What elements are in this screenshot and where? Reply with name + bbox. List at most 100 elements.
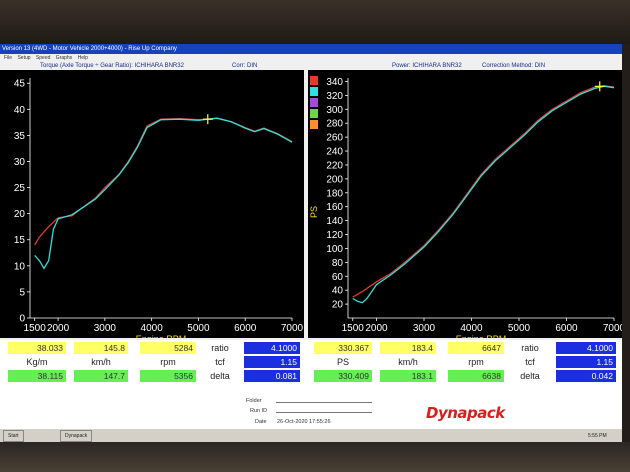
- torque-y-tick-label-4: 20: [14, 209, 26, 220]
- power-legend-swatch-1: [310, 87, 318, 96]
- power-y-tick-label-15: 320: [326, 91, 343, 102]
- right-power-title: Power: ICHIHARA BNR32: [392, 63, 462, 69]
- menu-speed[interactable]: Speed: [36, 55, 50, 61]
- dynapack-logo: Dynapack: [426, 404, 505, 422]
- right-power-value-run2: 330.409: [314, 370, 372, 382]
- power-chart: 20 40 60 80 100 120 140 160 180 200 220 240 260 280 30…: [309, 76, 622, 338]
- left-ratio-label: ratio: [211, 343, 229, 353]
- left-graph-title: Torque (Axle Torque ÷ Gear Ratio): ICHIH…: [40, 63, 184, 69]
- left-unit-kgm: Kg/m: [26, 357, 48, 367]
- right-unit-ps: PS: [336, 357, 349, 367]
- power-y-tick-label-12: 260: [326, 133, 343, 144]
- menu-graphs[interactable]: Graphs: [56, 55, 72, 61]
- power-x-tick-label-4: 5000: [508, 323, 531, 334]
- right-delta-value: 0.042: [556, 370, 616, 382]
- torque-x-tick-label-6: 7000: [281, 323, 304, 334]
- torque-series-line-1: [34, 117, 293, 270]
- torque-x-tick-label-4: 5000: [187, 323, 210, 334]
- run-id-field[interactable]: [276, 406, 372, 413]
- power-y-tick-label-9: 200: [326, 174, 343, 185]
- left-unit-rpm: rpm: [160, 357, 176, 367]
- right-speed-value-run1: 183.4: [380, 342, 436, 354]
- power-y-tick-label-13: 280: [326, 119, 343, 130]
- torque-x-axis-label: Engine RPM: [136, 334, 187, 338]
- torque-y-tick-label-9: 45: [14, 79, 26, 90]
- power-y-tick-label-8: 180: [326, 188, 343, 199]
- readout-panel: 38.033 145.8 5284 Kg/m km/h rpm 38.115 1…: [0, 340, 622, 396]
- left-speed-value-run2: 147.7: [74, 370, 128, 382]
- taskbar-clock: 5:55 PM: [588, 433, 607, 439]
- power-y-tick-label-16: 340: [326, 77, 343, 88]
- left-tcf-value: 1.15: [244, 356, 300, 368]
- power-legend-swatch-2: [310, 98, 318, 107]
- torque-y-tick-label-6: 30: [14, 157, 26, 168]
- folder-label: Folder: [246, 398, 262, 404]
- left-unit-kmh: km/h: [91, 357, 111, 367]
- power-chart-panel: 20 40 60 80 100 120 140 160 180 200 220 240 260 280 30…: [308, 70, 622, 338]
- torque-x-tick-label-0: 1500: [24, 323, 47, 334]
- monitor-bezel-bottom: [0, 442, 630, 472]
- power-x-tick-label-2: 3000: [413, 323, 436, 334]
- left-torque-value-run2: 38.115: [8, 370, 66, 382]
- date-value: 26-Oct-2020 17:55:26: [277, 419, 331, 425]
- power-x-tick-label-5: 6000: [555, 323, 578, 334]
- right-ratio-value: 4.1000: [556, 342, 616, 354]
- run-info-panel: Folder Run ID Date 26-Oct-2020 17:55:26 …: [0, 396, 622, 432]
- right-rpm-value-run1: 6647: [448, 342, 504, 354]
- torque-chart-panel: 0 5 10 15 20 25 30 35 40 45 1500 2000 3000 4000 5000 60…: [0, 70, 304, 338]
- power-x-tick-label-0: 1500: [342, 323, 365, 334]
- right-rpm-value-run2: 6638: [448, 370, 504, 382]
- monitor-bezel-right: [622, 44, 630, 442]
- left-delta-label: delta: [210, 371, 230, 381]
- power-x-tick-label-3: 4000: [460, 323, 483, 334]
- start-button[interactable]: Start: [3, 430, 24, 442]
- torque-series-line-0: [34, 117, 293, 246]
- monitor-bezel-top: [0, 0, 630, 46]
- left-speed-value-run1: 145.8: [74, 342, 128, 354]
- torque-x-tick-label-3: 4000: [141, 323, 164, 334]
- taskbar-app-dynapack[interactable]: Dynapack: [60, 430, 93, 442]
- right-power-value-run1: 330.367: [314, 342, 372, 354]
- right-unit-kmh: km/h: [398, 357, 418, 367]
- right-tcf-value: 1.15: [556, 356, 616, 368]
- torque-y-tick-label-8: 40: [14, 105, 26, 116]
- left-rpm-value-run2: 5356: [140, 370, 196, 382]
- power-legend-swatch-0: [310, 76, 318, 85]
- menu-help[interactable]: Help: [78, 55, 88, 61]
- torque-y-tick-label-7: 35: [14, 131, 26, 142]
- right-delta-label: delta: [520, 371, 540, 381]
- power-y-tick-label-6: 140: [326, 216, 343, 227]
- power-y-tick-label-1: 40: [332, 286, 344, 297]
- power-x-tick-label-6: 7000: [603, 323, 622, 334]
- power-y-tick-label-10: 220: [326, 160, 343, 171]
- torque-x-tick-label-1: 2000: [47, 323, 70, 334]
- date-label: Date: [255, 419, 267, 425]
- left-torque-value-run1: 38.033: [8, 342, 66, 354]
- power-series-line-1: [352, 85, 615, 304]
- power-legend-swatch-3: [310, 109, 318, 118]
- left-ratio-value: 4.1000: [244, 342, 300, 354]
- run-id-label: Run ID: [250, 408, 268, 414]
- torque-y-tick-label-2: 10: [14, 261, 26, 272]
- power-y-axis-label: PS: [309, 206, 319, 218]
- right-speed-value-run2: 183.1: [380, 370, 436, 382]
- left-delta-value: 0.081: [244, 370, 300, 382]
- power-y-tick-label-11: 240: [326, 147, 343, 158]
- right-ratio-label: ratio: [521, 343, 539, 353]
- power-y-tick-label-2: 60: [332, 272, 344, 283]
- right-tcf-label: tcf: [525, 357, 535, 367]
- power-y-tick-label-5: 120: [326, 230, 343, 241]
- menu-file[interactable]: File: [4, 55, 12, 61]
- window-title: Version 13 (4WD - Motor Vehicle 2000+400…: [0, 44, 622, 54]
- power-y-tick-label-3: 80: [332, 258, 344, 269]
- torque-y-tick-label-3: 15: [14, 235, 26, 246]
- power-x-axis-label: Engine RPM: [456, 334, 507, 338]
- taskbar: Start Dynapack 5:55 PM: [0, 428, 622, 442]
- folder-field[interactable]: [276, 396, 372, 403]
- left-rpm-value-run1: 5284: [140, 342, 196, 354]
- menu-bar: File Setup Speed Graphs Help: [0, 54, 622, 62]
- power-y-tick-label-7: 160: [326, 202, 343, 213]
- power-legend-swatch-4: [310, 120, 318, 129]
- torque-chart: 0510152025303540451500 2000 3000 4000 5000 60…: [14, 78, 304, 338]
- menu-setup[interactable]: Setup: [17, 55, 30, 61]
